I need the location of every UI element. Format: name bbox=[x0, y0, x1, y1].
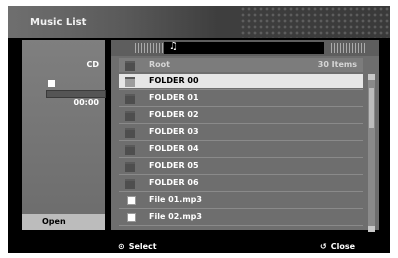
list-item-label: FOLDER 04 bbox=[149, 144, 199, 153]
folder-row[interactable]: FOLDER 03 bbox=[119, 125, 363, 139]
folder-icon bbox=[125, 61, 135, 71]
list-item-label: FOLDER 06 bbox=[149, 178, 199, 187]
row-divider bbox=[119, 208, 363, 209]
elapsed-time: 00:00 bbox=[73, 98, 99, 107]
scrollbar-thumb[interactable] bbox=[369, 88, 374, 128]
folder-row[interactable]: FOLDER 06 bbox=[119, 176, 363, 190]
header-pattern-right bbox=[331, 43, 365, 53]
folder-icon bbox=[125, 145, 135, 155]
row-divider bbox=[119, 225, 363, 226]
stop-icon bbox=[48, 80, 55, 87]
close-label: Close bbox=[330, 242, 355, 251]
row-divider bbox=[119, 123, 363, 124]
folder-row[interactable]: FOLDER 05 bbox=[119, 159, 363, 173]
row-divider bbox=[119, 140, 363, 141]
folder-icon bbox=[125, 128, 135, 138]
list-item-label: FOLDER 02 bbox=[149, 110, 199, 119]
row-divider bbox=[119, 106, 363, 107]
file-icon bbox=[127, 213, 136, 222]
select-hint: ⊙ Select bbox=[118, 242, 157, 251]
folder-row[interactable]: FOLDER 01 bbox=[119, 91, 363, 105]
file-icon bbox=[127, 196, 136, 205]
select-label: Select bbox=[128, 242, 157, 251]
root-row[interactable]: Root 30 Items bbox=[119, 58, 363, 72]
list-item-label: File 01.mp3 bbox=[149, 195, 202, 204]
row-divider bbox=[119, 191, 363, 192]
folder-icon bbox=[125, 162, 135, 172]
close-icon: ↺ bbox=[320, 242, 327, 251]
title-bar-pattern bbox=[240, 6, 390, 38]
select-icon: ⊙ bbox=[118, 242, 125, 251]
playback-progress-bar bbox=[46, 90, 106, 98]
list-header-bar: ♫ bbox=[111, 40, 379, 56]
item-count: 30 Items bbox=[317, 60, 357, 69]
file-row[interactable]: File 01.mp3 bbox=[119, 193, 363, 207]
scroll-down-button[interactable] bbox=[368, 226, 375, 232]
row-divider bbox=[119, 174, 363, 175]
folder-icon bbox=[125, 111, 135, 121]
file-row[interactable]: File 02.mp3 bbox=[119, 210, 363, 224]
row-divider bbox=[119, 89, 363, 90]
file-list-panel: ♫ Root 30 Items FOLDER 00 FOLDER 01 FOLDER… bbox=[111, 40, 379, 232]
source-label: CD bbox=[86, 60, 99, 69]
header-pattern-left bbox=[135, 43, 163, 53]
list-item-label: FOLDER 03 bbox=[149, 127, 199, 136]
folder-row[interactable]: FOLDER 02 bbox=[119, 108, 363, 122]
scrollbar[interactable] bbox=[368, 80, 375, 226]
music-list-screen: Music List CD 00:00 Open ♫ Root 30 Items… bbox=[8, 6, 390, 253]
list-item-label: File 02.mp3 bbox=[149, 212, 202, 221]
close-hint[interactable]: ↺ Close bbox=[320, 242, 355, 251]
root-label: Root bbox=[149, 60, 170, 69]
title-bar: Music List bbox=[8, 6, 390, 38]
playback-panel: CD 00:00 bbox=[22, 40, 106, 230]
folder-row[interactable]: FOLDER 04 bbox=[119, 142, 363, 156]
folder-icon bbox=[125, 94, 135, 104]
folder-icon bbox=[125, 77, 135, 87]
music-note-icon: ♫ bbox=[169, 41, 178, 52]
list-item-label: FOLDER 05 bbox=[149, 161, 199, 170]
folder-row[interactable]: FOLDER 00 bbox=[119, 74, 363, 88]
list-item-label: FOLDER 00 bbox=[149, 76, 199, 85]
open-button[interactable]: Open bbox=[22, 214, 105, 230]
list-item-label: FOLDER 01 bbox=[149, 93, 199, 102]
folder-icon bbox=[125, 179, 135, 189]
track-display bbox=[164, 42, 324, 54]
row-divider bbox=[119, 157, 363, 158]
window-title: Music List bbox=[30, 17, 87, 28]
